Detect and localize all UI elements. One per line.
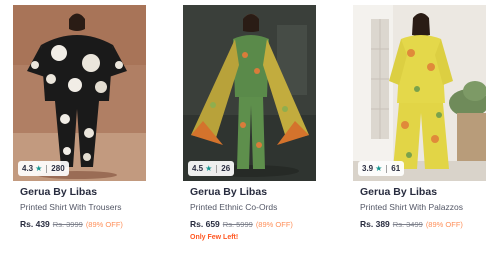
rating-badge: 4.3 ★ 280 [18, 161, 69, 176]
rating-count: 26 [221, 164, 231, 173]
rating-value: 3.9 [362, 164, 374, 173]
product-card[interactable]: 3.9 ★ 61 Gerua By Libas Printed Shirt Wi… [353, 0, 486, 256]
rating-count: 61 [391, 164, 401, 173]
price-row: Rs. 389 Rs. 3499 (89% OFF) [360, 219, 463, 229]
product-mrp: Rs. 3499 [392, 220, 423, 229]
product-discount: (89% OFF) [255, 220, 293, 229]
product-title[interactable]: Printed Shirt With Palazzos [360, 202, 463, 212]
star-icon: ★ [205, 164, 213, 173]
rating-count: 280 [51, 164, 65, 173]
product-discount: (89% OFF) [425, 220, 463, 229]
rating-badge: 3.9 ★ 61 [358, 161, 405, 176]
product-brand[interactable]: Gerua By Libas [20, 186, 97, 198]
rating-value: 4.5 [192, 164, 204, 173]
rating-divider [216, 164, 218, 173]
star-icon: ★ [375, 164, 383, 173]
product-price: Rs. 389 [360, 219, 390, 229]
stock-alert: Only Few Left! [190, 234, 239, 241]
product-grid: 4.3 ★ 280 Gerua By Libas Printed Shirt W… [0, 0, 500, 256]
product-photo-yellow-palazzo-set [353, 5, 486, 181]
star-icon: ★ [35, 164, 43, 173]
product-card[interactable]: 4.5 ★ 26 Gerua By Libas Printed Ethnic C… [183, 0, 316, 256]
product-price: Rs. 439 [20, 219, 50, 229]
product-image[interactable]: 4.3 ★ 280 [13, 5, 146, 181]
product-title[interactable]: Printed Shirt With Trousers [20, 202, 122, 212]
product-photo-ethnic-coords [183, 5, 316, 181]
rating-divider [46, 164, 48, 173]
product-mrp: Rs. 3999 [52, 220, 83, 229]
product-brand[interactable]: Gerua By Libas [360, 186, 437, 198]
product-price: Rs. 659 [190, 219, 220, 229]
rating-value: 4.3 [22, 164, 34, 173]
product-image[interactable]: 4.5 ★ 26 [183, 5, 316, 181]
product-brand[interactable]: Gerua By Libas [190, 186, 267, 198]
price-row: Rs. 439 Rs. 3999 (89% OFF) [20, 219, 123, 229]
rating-badge: 4.5 ★ 26 [188, 161, 235, 176]
product-photo-floral-black-set [13, 5, 146, 181]
product-card[interactable]: 4.3 ★ 280 Gerua By Libas Printed Shirt W… [13, 0, 146, 256]
product-discount: (89% OFF) [85, 220, 123, 229]
price-row: Rs. 659 Rs. 5999 (89% OFF) [190, 219, 293, 229]
product-title[interactable]: Printed Ethnic Co-Ords [190, 202, 277, 212]
product-mrp: Rs. 5999 [222, 220, 253, 229]
product-image[interactable]: 3.9 ★ 61 [353, 5, 486, 181]
rating-divider [386, 164, 388, 173]
